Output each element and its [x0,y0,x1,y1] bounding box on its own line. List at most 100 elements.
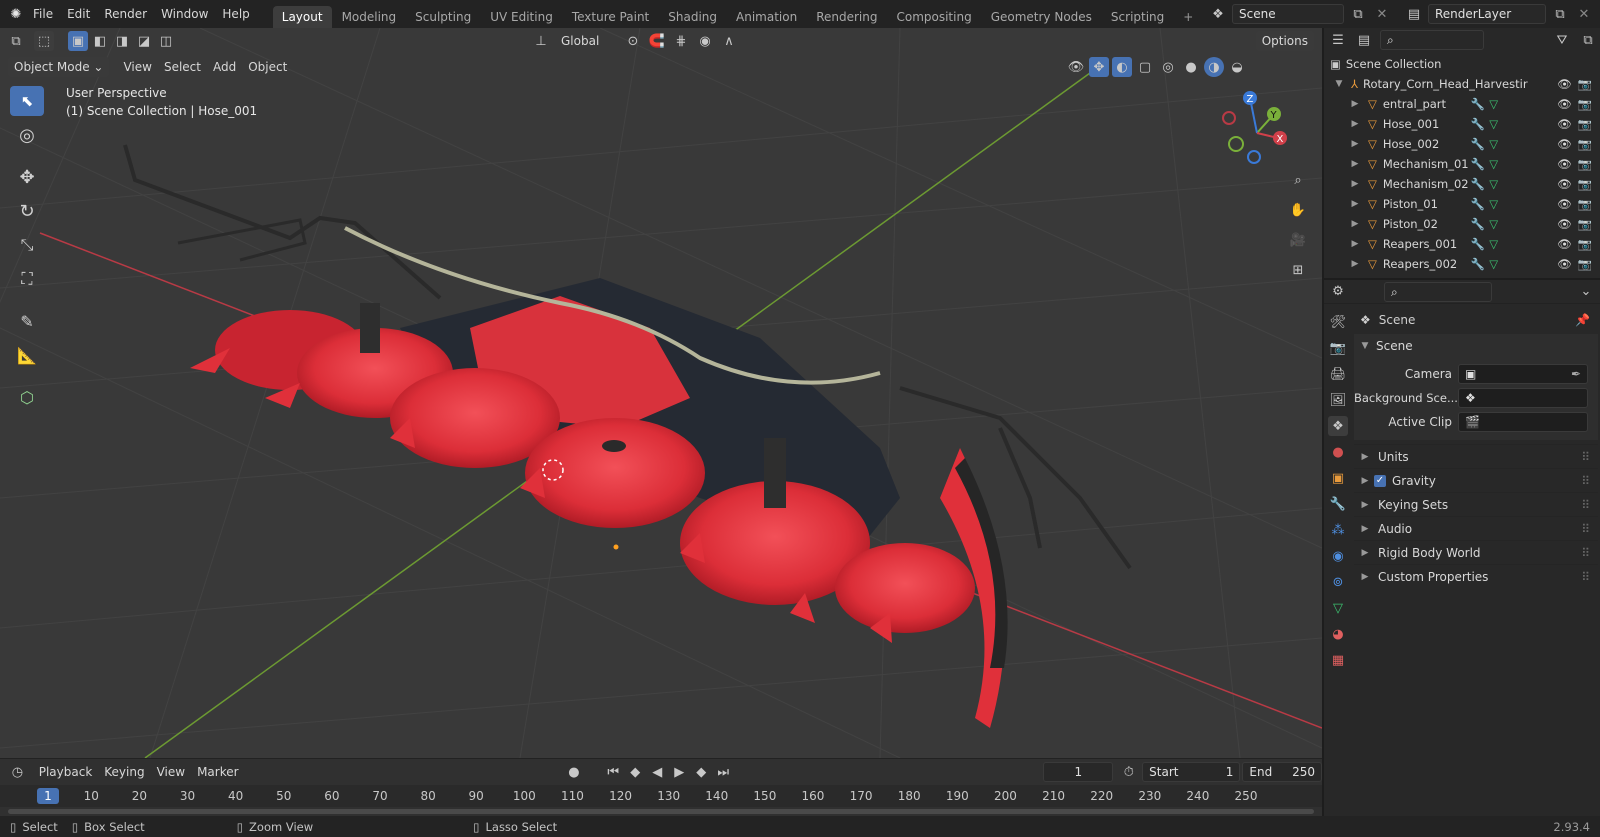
select-box-tool[interactable]: ⬉ [10,86,44,116]
outliner-item[interactable]: ▶ ▽ Hose_001 🔧 ▽ 👁 📷 [1324,114,1600,134]
add-workspace-button[interactable]: + [1174,6,1202,28]
cursor-tool[interactable]: ◎ [10,120,44,150]
tab-shading[interactable]: Shading [659,6,726,28]
visibility-eye-icon[interactable]: 👁 [1557,217,1572,231]
scene-panel-header[interactable]: ▼ Scene [1354,334,1598,358]
expand-triangle-icon[interactable]: ▼ [1332,79,1346,89]
delete-scene-icon[interactable]: ✕ [1372,4,1392,24]
drag-handle-icon[interactable]: ⠿ [1581,474,1590,488]
tab-layout[interactable]: Layout [272,6,332,28]
eyedropper-icon[interactable]: ✒ [1571,365,1581,383]
material-tab-icon[interactable]: ◕ [1328,624,1348,644]
scene-icon[interactable]: ❖ [1208,4,1228,24]
properties-search-input[interactable]: ⌕ [1384,281,1492,302]
move-tool[interactable]: ✥ [10,162,44,192]
ortho-grid-icon[interactable]: ⊞ [1286,258,1310,282]
wireframe-shading-icon[interactable]: ◎ [1158,57,1178,77]
outliner-item[interactable]: ▶ ▽ entral_part 🔧 ▽ 👁 📷 [1324,94,1600,114]
outliner-item[interactable]: ▶ ▽ Piston_01 🔧 ▽ 👁 📷 [1324,194,1600,214]
properties-options-icon[interactable]: ⌄ [1576,282,1596,302]
menu-help[interactable]: Help [215,0,256,28]
snap-icon[interactable]: 🧲 [647,31,667,51]
expand-triangle-icon[interactable]: ▶ [1348,119,1362,129]
menu-object[interactable]: Object [242,60,293,74]
transform-orientation-dropdown[interactable]: Global [555,31,619,51]
select-subtract-icon[interactable]: ◨ [112,31,132,51]
mesh-data-icon[interactable]: ▽ [1489,217,1498,231]
visibility-eye-icon[interactable]: 👁 [1557,257,1572,271]
annotate-tool[interactable]: ✎ [10,306,44,336]
modifier-wrench-icon[interactable]: 🔧 [1471,137,1485,151]
pin-icon[interactable]: 📌 [1575,313,1590,327]
modifier-wrench-icon[interactable]: 🔧 [1471,117,1485,131]
expand-triangle-icon[interactable]: ▶ [1348,259,1362,269]
constraints-tab-icon[interactable]: ⊚ [1328,572,1348,592]
object-tab-icon[interactable]: ▣ [1328,468,1348,488]
camera-view-icon[interactable]: 🎥 [1286,228,1310,252]
render-camera-icon[interactable]: 📷 [1578,177,1592,191]
overlays-icon[interactable]: ◐ [1112,57,1132,77]
drag-handle-icon[interactable]: ⠿ [1581,546,1590,560]
scale-tool[interactable]: ⤡ [10,230,44,260]
scene-selector[interactable]: Scene [1232,4,1344,24]
render-camera-icon[interactable]: 📷 [1578,137,1592,151]
expand-triangle-icon[interactable]: ▶ [1348,159,1362,169]
next-keyframe-icon[interactable]: ◆ [691,762,711,782]
properties-editor-icon[interactable]: ⚙ [1328,282,1348,302]
texture-tab-icon[interactable]: ▦ [1328,650,1348,670]
menu-marker[interactable]: Marker [191,765,244,779]
outliner-editor-icon[interactable]: ☰ [1328,30,1348,50]
display-mode-icon[interactable]: ▤ [1354,30,1374,50]
render-tab-icon[interactable]: 📷 [1328,338,1348,358]
menu-add[interactable]: Add [207,60,242,74]
visibility-eye-icon[interactable]: 👁 [1557,197,1572,211]
expand-triangle-icon[interactable]: ▶ [1348,139,1362,149]
rendered-shading-icon[interactable]: ◒ [1227,57,1247,77]
property-section-header[interactable]: ▶ Keying Sets ⠿ [1354,492,1598,516]
drag-handle-icon[interactable]: ⠿ [1581,498,1590,512]
expand-triangle-icon[interactable]: ▶ [1348,219,1362,229]
select-invert-icon[interactable]: ◪ [134,31,154,51]
outliner-item[interactable]: ▶ ▽ Reapers_001 🔧 ▽ 👁 📷 [1324,234,1600,254]
tab-modeling[interactable]: Modeling [333,6,406,28]
solid-shading-icon[interactable]: ● [1181,57,1201,77]
mesh-data-icon[interactable]: ▽ [1489,157,1498,171]
drag-handle-icon[interactable]: ⠿ [1581,522,1590,536]
tab-sculpting[interactable]: Sculpting [406,6,480,28]
render-camera-icon[interactable]: 📷 [1578,157,1592,171]
editor-type-icon[interactable]: ⧉ [6,31,26,51]
render-camera-icon[interactable]: 📷 [1578,117,1592,131]
options-dropdown[interactable]: Options [1255,31,1314,51]
render-camera-icon[interactable]: 📷 [1578,217,1592,231]
visibility-eye-icon[interactable]: 👁 [1557,97,1572,111]
render-camera-icon[interactable]: 📷 [1578,237,1592,251]
view-layer-tab-icon[interactable]: 🖼 [1328,390,1348,410]
property-section-header[interactable]: ▶ Units ⠿ [1354,444,1598,468]
modifier-wrench-icon[interactable]: 🔧 [1471,217,1485,231]
render-camera-icon[interactable]: 📷 [1578,197,1592,211]
modifier-wrench-icon[interactable]: 🔧 [1471,97,1485,111]
tab-scripting[interactable]: Scripting [1102,6,1173,28]
tree-row-parent[interactable]: ▼ ⅄ Rotary_Corn_Head_Harvestir 👁 📷 [1324,74,1600,94]
filter-icon[interactable]: ⛛ [1552,30,1572,50]
new-scene-icon[interactable]: ⧉ [1348,4,1368,24]
select-new-icon[interactable]: ▣ [68,31,88,51]
drag-handle-icon[interactable]: ⠿ [1581,450,1590,464]
outliner-item[interactable]: ▶ ▽ Mechanism_02 🔧 ▽ 👁 📷 [1324,174,1600,194]
pivot-point-icon[interactable]: ⊙ [623,31,643,51]
modifier-wrench-icon[interactable]: 🔧 [1471,237,1485,251]
menu-keying[interactable]: Keying [98,765,150,779]
gizmo-icon[interactable]: ✥ [1089,57,1109,77]
visibility-eye-icon[interactable]: 👁 [1557,117,1572,131]
blender-logo-icon[interactable]: ✺ [6,4,26,24]
snap-target-icon[interactable]: ⋕ [671,31,691,51]
visibility-eye-icon[interactable]: 👁 [1557,137,1572,151]
select-intersect-icon[interactable]: ◫ [156,31,176,51]
modifier-wrench-icon[interactable]: 🔧 [1471,197,1485,211]
delete-view-layer-icon[interactable]: ✕ [1574,4,1594,24]
view-layer-selector[interactable]: RenderLayer [1428,4,1546,24]
tab-texture-paint[interactable]: Texture Paint [563,6,658,28]
gravity-checkbox[interactable]: ✓ [1374,474,1386,487]
modifier-wrench-icon[interactable]: 🔧 [1471,157,1485,171]
end-frame-field[interactable]: End 250 [1242,762,1322,782]
